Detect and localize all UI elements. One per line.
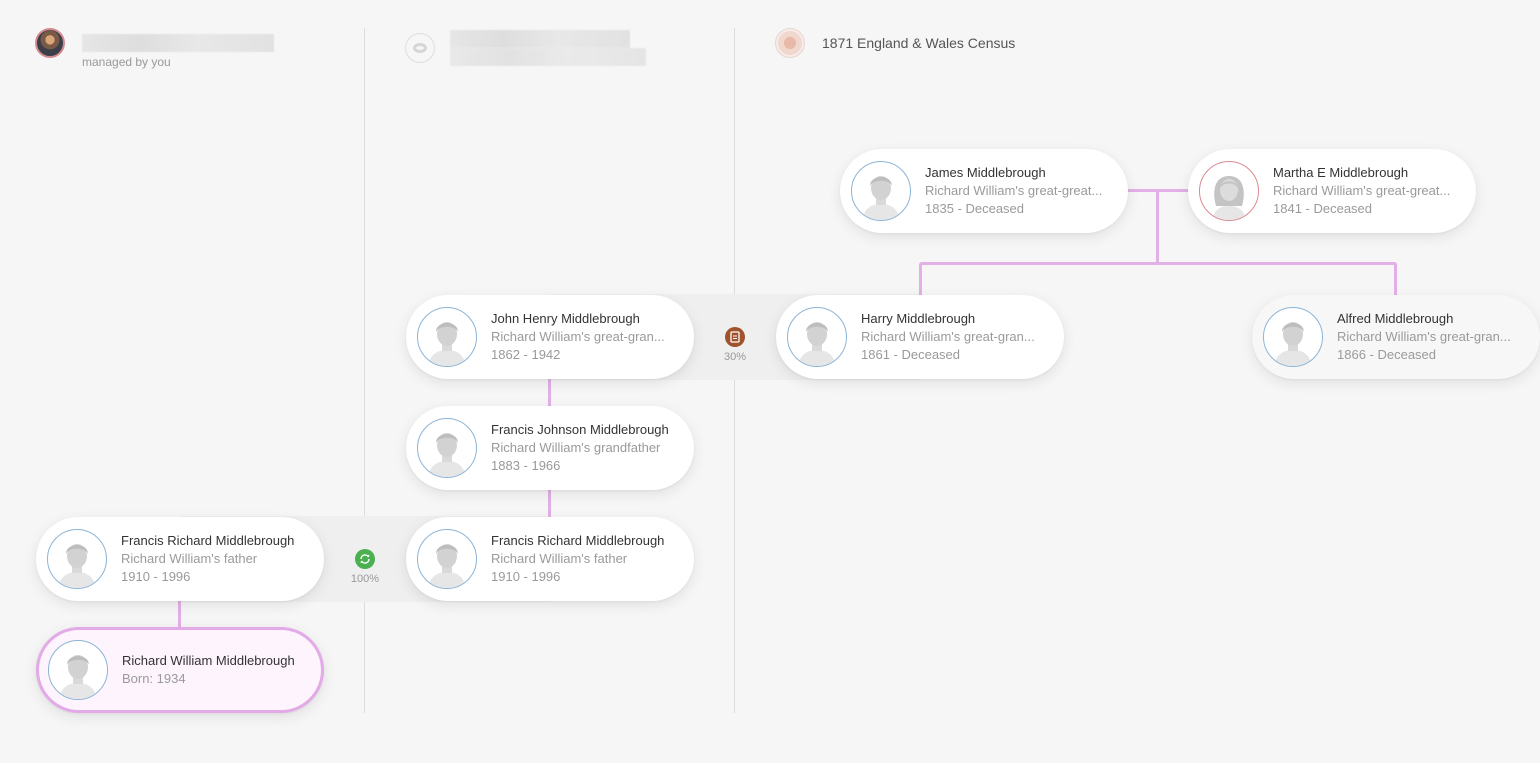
- male-avatar-icon: [787, 307, 847, 367]
- person-name: Richard William Middlebrough: [122, 653, 295, 668]
- column-header-my-tree: [35, 28, 274, 58]
- person-dates: 1835 - Deceased: [925, 201, 1025, 216]
- person-card-martha[interactable]: Martha E Middlebrough Richard William's …: [1188, 149, 1476, 233]
- person-dates: 1861 - Deceased: [861, 347, 961, 362]
- person-relation: Richard William's great-gran...: [491, 329, 665, 344]
- record-match-indicator[interactable]: 30%: [715, 327, 755, 363]
- managed-by-label: managed by you: [82, 55, 171, 69]
- person-relation: Richard William's father: [121, 551, 258, 566]
- parent-connector: [548, 378, 551, 408]
- census-crest-icon: [775, 28, 805, 58]
- record-document-icon: [725, 327, 745, 347]
- person-name: Francis Richard Middlebrough: [491, 533, 665, 548]
- user-photo-avatar[interactable]: [35, 28, 65, 58]
- census-title: 1871 England & Wales Census: [822, 35, 1016, 51]
- site-logo-icon: [405, 33, 435, 63]
- match-percent: 100%: [350, 573, 380, 585]
- person-relation: Richard William's great-gran...: [1337, 329, 1511, 344]
- person-name: Harry Middlebrough: [861, 311, 976, 326]
- person-card-james[interactable]: James Middlebrough Richard William's gre…: [840, 149, 1128, 233]
- person-name: Francis Richard Middlebrough: [121, 533, 295, 548]
- person-card-francis-richard-match[interactable]: Francis Richard Middlebrough Richard Wil…: [406, 517, 694, 601]
- person-born: Born: 1934: [122, 671, 186, 686]
- child-connector: [919, 262, 922, 296]
- male-avatar-icon: [48, 640, 108, 700]
- person-name: John Henry Middlebrough: [491, 311, 640, 326]
- person-relation: Richard William's great-great...: [925, 183, 1103, 198]
- person-name: Martha E Middlebrough: [1273, 165, 1409, 180]
- parent-connector: [178, 600, 181, 630]
- person-dates: 1866 - Deceased: [1337, 347, 1437, 362]
- parent-connector: [548, 489, 551, 519]
- male-avatar-icon: [417, 529, 477, 589]
- male-avatar-icon: [417, 418, 477, 478]
- person-relation: Richard William's great-gran...: [861, 329, 1035, 344]
- male-avatar-icon: [1263, 307, 1323, 367]
- person-card-alfred[interactable]: Alfred Middlebrough Richard William's gr…: [1252, 295, 1540, 379]
- person-relation: Richard William's grandfather: [491, 440, 661, 455]
- person-name: James Middlebrough: [925, 165, 1046, 180]
- person-relation: Richard William's great-great...: [1273, 183, 1451, 198]
- person-dates: 1841 - Deceased: [1273, 201, 1373, 216]
- male-avatar-icon: [417, 307, 477, 367]
- person-card-richard-william-focus[interactable]: Richard William Middlebrough Born: 1934: [36, 627, 324, 713]
- person-card-francis-richard[interactable]: Francis Richard Middlebrough Richard Wil…: [36, 517, 324, 601]
- person-relation: Richard William's father: [491, 551, 628, 566]
- person-dates: 1910 - 1996: [121, 569, 191, 584]
- obscured-tree-name: [450, 30, 646, 66]
- children-connector: [919, 262, 1397, 265]
- column-header-census: 1871 England & Wales Census: [775, 28, 1015, 58]
- tree-match-indicator[interactable]: 100%: [345, 549, 385, 585]
- person-card-harry[interactable]: Harry Middlebrough Richard William's gre…: [776, 295, 1064, 379]
- person-dates: 1910 - 1996: [491, 569, 561, 584]
- column-divider: [364, 28, 365, 713]
- person-name: Francis Johnson Middlebrough: [491, 422, 669, 437]
- person-card-francis-johnson[interactable]: Francis Johnson Middlebrough Richard Wil…: [406, 406, 694, 490]
- column-header-other-tree: [405, 30, 646, 66]
- sync-icon: [355, 549, 375, 569]
- person-name: Alfred Middlebrough: [1337, 311, 1454, 326]
- child-connector: [1394, 262, 1397, 296]
- male-avatar-icon: [851, 161, 911, 221]
- person-dates: 1883 - 1966: [491, 458, 561, 473]
- match-percent: 30%: [723, 351, 747, 363]
- family-connector: [1156, 189, 1159, 264]
- male-avatar-icon: [47, 529, 107, 589]
- female-avatar-icon: [1199, 161, 1259, 221]
- person-card-john-henry[interactable]: John Henry Middlebrough Richard William'…: [406, 295, 694, 379]
- person-dates: 1862 - 1942: [491, 347, 561, 362]
- obscured-tree-name: [82, 34, 274, 52]
